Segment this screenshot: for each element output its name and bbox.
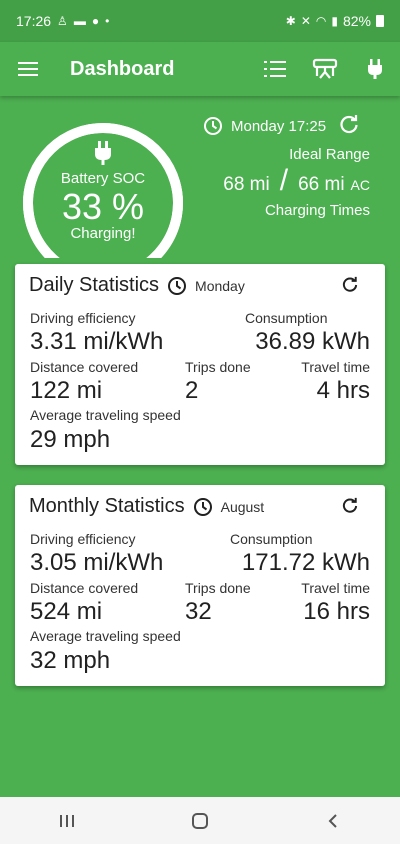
back-button[interactable] (303, 801, 363, 841)
notification-icon: ♙ (57, 14, 68, 28)
efficiency-label: Driving efficiency (30, 531, 136, 547)
range-ac-suffix: AC (350, 177, 370, 193)
list-button[interactable] (250, 42, 300, 96)
range-separator: / (279, 164, 289, 197)
car-icon: ▬ (73, 14, 86, 28)
list-icon (264, 61, 286, 77)
travel-time-label: Travel time (301, 359, 370, 375)
refresh-icon (342, 276, 358, 292)
consumption-label: Consumption (230, 531, 313, 547)
trips-value: 32 (185, 598, 212, 625)
consumption-value: 171.72 kWh (241, 549, 370, 576)
card-period: August (220, 498, 265, 515)
refresh-button[interactable] (341, 497, 359, 520)
consumption-value: 36.89 kWh (255, 328, 370, 355)
speed-value: 29 mph (30, 426, 111, 453)
distance-label: Distance covered (30, 359, 139, 375)
distance-label: Distance covered (30, 580, 139, 596)
efficiency-value: 3.05 mi/kWh (30, 549, 164, 576)
ideal-range-label: Ideal Range (289, 146, 370, 163)
efficiency-value: 3.31 mi/kWh (30, 328, 164, 355)
consumption-label: Consumption (245, 310, 328, 326)
travel-time-value: 4 hrs (316, 377, 370, 404)
travel-time-value: 16 hrs (303, 598, 370, 625)
trips-value: 2 (185, 377, 199, 404)
battery-icon (376, 15, 384, 27)
clock-icon (193, 497, 213, 517)
menu-icon (18, 62, 38, 76)
charger-icon (312, 58, 338, 79)
travel-time-label: Travel time (301, 580, 370, 596)
trips-label: Trips done (185, 359, 251, 375)
back-icon (328, 813, 338, 828)
charge-state: Charging! (70, 225, 136, 242)
monthly-statistics-card: Monthly Statistics August Driving effici… (15, 485, 385, 686)
trips-label: Trips done (185, 580, 251, 596)
plug-button[interactable] (350, 42, 400, 96)
plug-icon (368, 59, 382, 79)
status-time: 17:26 (16, 13, 52, 29)
battery-soc-label: Battery SOC (60, 170, 146, 187)
system-nav-bar (0, 797, 400, 844)
daily-statistics-card: Daily Statistics Monday Driving efficien… (15, 264, 385, 465)
clock-icon (204, 117, 222, 135)
charger-button[interactable] (300, 42, 350, 96)
recents-icon (59, 814, 74, 827)
battery-percent: 82% (342, 13, 371, 29)
efficiency-label: Driving efficiency (30, 310, 136, 326)
status-bar: 17:26 ♙ ▬ ● • ✱ ✕ ◠ ▮ 82% (0, 0, 400, 42)
dot-icon: • (105, 14, 110, 28)
speed-label: Average traveling speed (30, 407, 181, 423)
refresh-button[interactable] (341, 276, 359, 299)
distance-value: 122 mi (30, 377, 103, 404)
card-period: Monday (195, 277, 245, 294)
range-ac-value: 66 mi (298, 174, 345, 195)
refresh-icon (342, 497, 358, 513)
charging-times-link[interactable]: Charging Times (265, 202, 370, 219)
range-readout: 68 mi / 66 mi AC (223, 166, 370, 196)
plug-icon (95, 141, 111, 165)
speed-label: Average traveling speed (30, 628, 181, 644)
home-button[interactable] (170, 801, 230, 841)
page-title: Dashboard (70, 57, 175, 80)
distance-value: 524 mi (30, 598, 103, 625)
range-ideal-value: 68 mi (223, 174, 270, 195)
refresh-button[interactable] (338, 114, 360, 141)
mute-icon: ✕ (300, 14, 311, 28)
recents-button[interactable] (37, 801, 97, 841)
battery-soc-value: 33 % (61, 186, 145, 227)
card-title: Monthly Statistics (29, 495, 185, 517)
bluetooth-icon: ✱ (285, 14, 296, 28)
refresh-icon (340, 115, 358, 134)
app-icon: ● (91, 14, 100, 28)
app-bar: Dashboard (0, 42, 400, 96)
card-title: Daily Statistics (29, 274, 160, 296)
current-datetime: Monday 17:25 (231, 117, 327, 135)
clock-icon (167, 276, 187, 296)
wifi-icon: ◠ (315, 14, 327, 28)
signal-icon: ▮ (331, 14, 338, 28)
home-icon (191, 812, 208, 829)
menu-button[interactable] (0, 42, 56, 96)
speed-value: 32 mph (30, 647, 111, 674)
